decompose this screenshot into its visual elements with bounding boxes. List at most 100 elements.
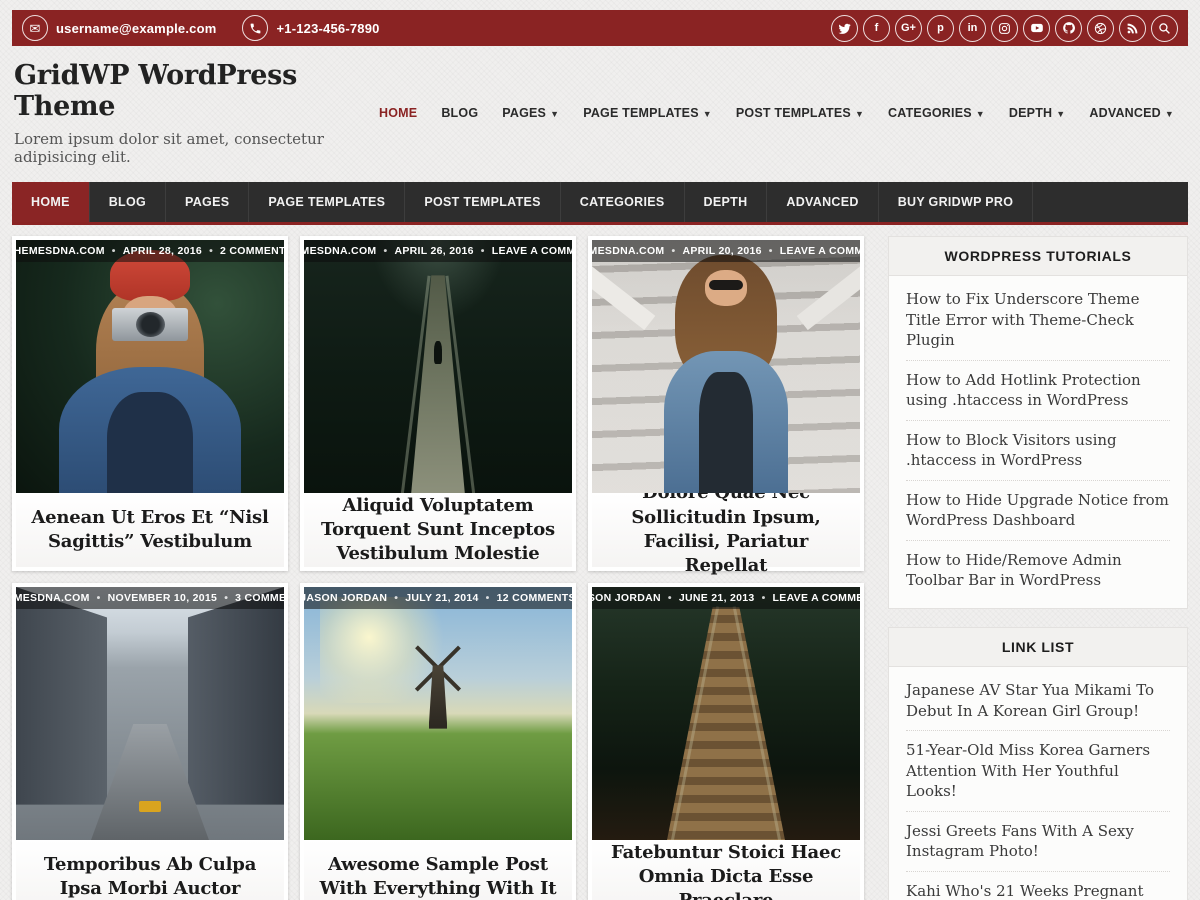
- phone-text[interactable]: +1-123-456-7890: [276, 21, 379, 36]
- site-title[interactable]: GridWP WordPress Theme: [14, 60, 367, 122]
- navbar-item-depth[interactable]: DEPTH: [685, 182, 768, 222]
- post-title-box: Awesome Sample Post With Everything With…: [304, 840, 572, 900]
- social-links: f G+ p in: [831, 15, 1178, 42]
- menu-item-post-templates[interactable]: POST TEMPLATES▼: [724, 100, 876, 126]
- menu-item-categories[interactable]: CATEGORIES▼: [876, 100, 997, 126]
- content-area: THEMESDNA.COM APRIL 28, 2016 2 COMMENTS …: [12, 236, 1188, 900]
- post-thumbnail[interactable]: THEMESDNA.COM NOVEMBER 10, 2015 3 COMMEN…: [16, 587, 284, 840]
- widget-wordpress-tutorials: WORDPRESS TUTORIALS How to Fix Underscor…: [888, 236, 1188, 609]
- post-card: THEMESDNA.COM APRIL 26, 2016 LEAVE A COM…: [300, 236, 576, 571]
- post-title[interactable]: Aenean Ut Eros Et “Nisl Sagittis” Vestib…: [26, 506, 274, 555]
- youtube-icon[interactable]: [1023, 15, 1050, 42]
- post-title[interactable]: Aliquid Voluptatem Torquent Sunt Incepto…: [314, 494, 562, 567]
- sidebar: WORDPRESS TUTORIALS How to Fix Underscor…: [888, 236, 1188, 900]
- chevron-down-icon: ▼: [1056, 109, 1065, 119]
- post-thumbnail[interactable]: JASON JORDAN JULY 21, 2014 12 COMMENTS: [304, 587, 572, 840]
- post-card: THEMESDNA.COM APRIL 28, 2016 2 COMMENTS …: [12, 236, 288, 571]
- email-text[interactable]: username@example.com: [56, 21, 216, 36]
- post-comments[interactable]: LEAVE A COMMENT: [755, 592, 860, 604]
- main-navbar: HOME BLOG PAGES PAGE TEMPLATES POST TEMP…: [12, 182, 1188, 225]
- navbar-item-home[interactable]: HOME: [12, 182, 90, 222]
- menu-item-home[interactable]: HOME: [367, 100, 429, 126]
- post-author[interactable]: THEMESDNA.COM: [16, 592, 90, 604]
- post-meta: JASON JORDAN JULY 21, 2014 12 COMMENTS: [304, 587, 572, 609]
- post-thumbnail[interactable]: THEMESDNA.COM APRIL 28, 2016 2 COMMENTS: [16, 240, 284, 493]
- menu-item-advanced[interactable]: ADVANCED▼: [1077, 100, 1186, 126]
- twitter-icon[interactable]: [831, 15, 858, 42]
- post-card: JASON JORDAN JULY 21, 2014 12 COMMENTS A…: [300, 583, 576, 900]
- rss-icon[interactable]: [1119, 15, 1146, 42]
- post-comments[interactable]: LEAVE A COMMENT: [474, 245, 572, 257]
- site-branding: GridWP WordPress Theme Lorem ipsum dolor…: [14, 60, 367, 166]
- post-date[interactable]: JUNE 21, 2013: [661, 592, 755, 604]
- google-plus-icon[interactable]: G+: [895, 15, 922, 42]
- post-title[interactable]: Fatebuntur Stoici Haec Omnia Dicta Esse …: [602, 841, 850, 900]
- menu-item-blog[interactable]: BLOG: [429, 100, 490, 126]
- post-title[interactable]: Temporibus Ab Culpa Ipsa Morbi Auctor: [26, 853, 274, 900]
- post-date[interactable]: JULY 21, 2014: [387, 592, 478, 604]
- menu-item-depth[interactable]: DEPTH▼: [997, 100, 1077, 126]
- menu-item-pages[interactable]: PAGES▼: [490, 100, 571, 126]
- post-title-box: Aliquid Voluptatem Torquent Sunt Incepto…: [304, 493, 572, 567]
- facebook-icon[interactable]: f: [863, 15, 890, 42]
- post-thumbnail[interactable]: THEMESDNA.COM APRIL 26, 2016 LEAVE A COM…: [304, 240, 572, 493]
- list-item[interactable]: Japanese AV Star Yua Mikami To Debut In …: [906, 671, 1170, 731]
- post-meta: THEMESDNA.COM APRIL 20, 2016 LEAVE A COM…: [592, 240, 860, 262]
- post-meta: THEMESDNA.COM NOVEMBER 10, 2015 3 COMMEN…: [16, 587, 284, 609]
- post-comments[interactable]: 12 COMMENTS: [479, 592, 572, 604]
- post-date[interactable]: APRIL 20, 2016: [664, 245, 761, 257]
- list-item[interactable]: Jessi Greets Fans With A Sexy Instagram …: [906, 812, 1170, 872]
- pinterest-icon[interactable]: p: [927, 15, 954, 42]
- post-author[interactable]: THEMESDNA.COM: [304, 245, 376, 257]
- navbar-item-post-templates[interactable]: POST TEMPLATES: [405, 182, 560, 222]
- menu-item-page-templates[interactable]: PAGE TEMPLATES▼: [571, 100, 724, 126]
- site-tagline: Lorem ipsum dolor sit amet, consectetur …: [14, 130, 367, 166]
- site-header: GridWP WordPress Theme Lorem ipsum dolor…: [12, 46, 1188, 182]
- instagram-icon[interactable]: [991, 15, 1018, 42]
- email-icon: ✉: [22, 15, 48, 41]
- navbar-item-advanced[interactable]: ADVANCED: [767, 182, 878, 222]
- post-date[interactable]: NOVEMBER 10, 2015: [90, 592, 218, 604]
- list-item[interactable]: How to Hide/Remove Admin Toolbar Bar in …: [906, 541, 1170, 600]
- list-item[interactable]: Kahi Who's 21 Weeks Pregnant Greets Fans…: [906, 872, 1170, 900]
- widget-title: WORDPRESS TUTORIALS: [889, 237, 1187, 276]
- post-comments[interactable]: LEAVE A COMMENT: [762, 245, 860, 257]
- post-title[interactable]: Awesome Sample Post With Everything With…: [314, 853, 562, 900]
- linkedin-icon[interactable]: in: [959, 15, 986, 42]
- post-author[interactable]: THEMESDNA.COM: [592, 245, 664, 257]
- widget-link-list: LINK LIST Japanese AV Star Yua Mikami To…: [888, 627, 1188, 900]
- navbar-item-buy-gridwp-pro[interactable]: BUY GRIDWP PRO: [879, 182, 1034, 222]
- page-container: ✉ username@example.com +1-123-456-7890 f…: [12, 10, 1188, 900]
- navbar-item-page-templates[interactable]: PAGE TEMPLATES: [249, 182, 405, 222]
- list-item[interactable]: 51-Year-Old Miss Korea Garners Attention…: [906, 731, 1170, 812]
- dribbble-icon[interactable]: [1087, 15, 1114, 42]
- post-card: JASON JORDAN JUNE 21, 2013 LEAVE A COMME…: [588, 583, 864, 900]
- post-author[interactable]: THEMESDNA.COM: [16, 245, 105, 257]
- post-comments[interactable]: 3 COMMENTS: [217, 592, 284, 604]
- list-item[interactable]: How to Add Hotlink Protection using .hta…: [906, 361, 1170, 421]
- navbar-item-categories[interactable]: CATEGORIES: [561, 182, 685, 222]
- post-thumbnail[interactable]: JASON JORDAN JUNE 21, 2013 LEAVE A COMME…: [592, 587, 860, 840]
- chevron-down-icon: ▼: [855, 109, 864, 119]
- post-meta: THEMESDNA.COM APRIL 28, 2016 2 COMMENTS: [16, 240, 284, 262]
- list-item[interactable]: How to Hide Upgrade Notice from WordPres…: [906, 481, 1170, 541]
- list-item[interactable]: How to Fix Underscore Theme Title Error …: [906, 280, 1170, 361]
- search-icon[interactable]: [1151, 15, 1178, 42]
- post-thumbnail[interactable]: THEMESDNA.COM APRIL 20, 2016 LEAVE A COM…: [592, 240, 860, 493]
- topbar-email[interactable]: ✉ username@example.com: [22, 15, 216, 41]
- post-title-box: Temporibus Ab Culpa Ipsa Morbi Auctor: [16, 840, 284, 900]
- navbar-item-blog[interactable]: BLOG: [90, 182, 166, 222]
- post-comments[interactable]: 2 COMMENTS: [202, 245, 284, 257]
- topbar-phone[interactable]: +1-123-456-7890: [242, 15, 379, 41]
- post-title[interactable]: Dolore Quae Nec Sollicitudin Ipsum, Faci…: [602, 481, 850, 578]
- widget-title: LINK LIST: [889, 628, 1187, 667]
- navbar-item-pages[interactable]: PAGES: [166, 182, 249, 222]
- post-date[interactable]: APRIL 26, 2016: [376, 245, 473, 257]
- post-title-box: Dolore Quae Nec Sollicitudin Ipsum, Faci…: [592, 493, 860, 567]
- topbar: ✉ username@example.com +1-123-456-7890 f…: [12, 10, 1188, 46]
- list-item[interactable]: How to Block Visitors using .htaccess in…: [906, 421, 1170, 481]
- github-icon[interactable]: [1055, 15, 1082, 42]
- post-author[interactable]: JASON JORDAN: [304, 592, 387, 604]
- post-date[interactable]: APRIL 28, 2016: [105, 245, 202, 257]
- post-author[interactable]: JASON JORDAN: [592, 592, 661, 604]
